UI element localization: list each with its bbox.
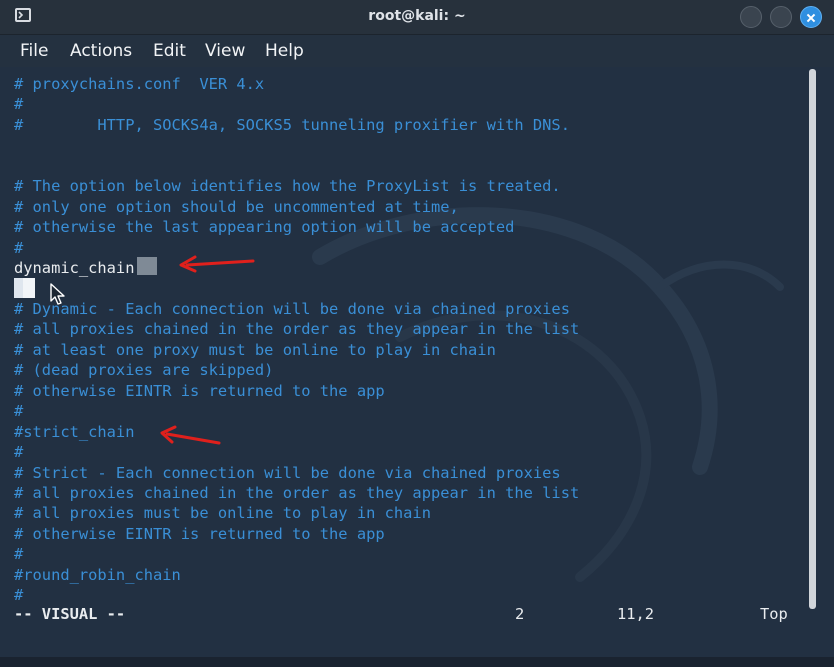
menu-file[interactable]: File [20, 41, 48, 61]
visual-selection [137, 257, 157, 275]
minimize-button[interactable] [740, 6, 762, 28]
cursor-position: 11,2 [617, 605, 655, 623]
terminal-line: # The option below identifies how the Pr… [14, 177, 561, 196]
terminal-window: root@kali: ~ File Actions Edit View Help… [0, 0, 834, 667]
terminal-line: # [14, 586, 24, 605]
terminal-line: # otherwise EINTR is returned to the app [14, 381, 385, 400]
terminal-line: # [14, 95, 24, 114]
terminal-line: #strict_chain [14, 422, 135, 441]
text-cursor [14, 278, 23, 298]
title-bar[interactable]: root@kali: ~ [0, 0, 834, 35]
terminal-line: # HTTP, SOCKS4a, SOCKS5 tunneling proxif… [14, 115, 570, 134]
red-arrow-icon [179, 255, 255, 273]
window-title: root@kali: ~ [368, 8, 466, 24]
terminal-line: # all proxies must be online to play in … [14, 504, 431, 523]
menu-help[interactable]: Help [265, 41, 304, 61]
terminal-line: # all proxies chained in the order as th… [14, 320, 580, 339]
terminal-line: # only one option should be uncommented … [14, 197, 459, 216]
menu-actions[interactable]: Actions [70, 41, 132, 61]
selection-count: 2 [515, 605, 525, 623]
terminal-line: # Dynamic - Each connection will be done… [14, 299, 570, 318]
maximize-button[interactable] [770, 6, 792, 28]
close-button[interactable] [800, 6, 822, 28]
terminal-line: #round_robin_chain [14, 565, 181, 584]
terminal-line: # [14, 443, 24, 462]
red-arrow-icon [160, 425, 221, 445]
terminal-line: # Strict - Each connection will be done … [14, 463, 561, 482]
selection-block [23, 278, 35, 298]
window-bottom-edge [0, 657, 834, 667]
terminal-line: # otherwise the last appearing option wi… [14, 218, 515, 237]
terminal-line: # at least one proxy must be online to p… [14, 340, 496, 359]
terminal-line: # [14, 545, 24, 564]
terminal-line: # [14, 238, 24, 257]
vim-mode-indicator: -- VISUAL -- [14, 605, 126, 623]
terminal-line: # [14, 402, 24, 421]
terminal-line: # (dead proxies are skipped) [14, 361, 274, 380]
menu-edit[interactable]: Edit [153, 41, 186, 61]
terminal-line: # all proxies chained in the order as th… [14, 484, 580, 502]
scroll-position: Top [760, 605, 788, 623]
menu-bar: File Actions Edit View Help [0, 35, 834, 67]
mouse-pointer-icon [50, 283, 65, 305]
terminal-line: # proxychains.conf VER 4.x [14, 75, 265, 93]
terminal-line: dynamic_chain [14, 259, 135, 278]
menu-view[interactable]: View [205, 41, 245, 61]
scrollbar[interactable] [809, 69, 816, 609]
terminal-line: # otherwise EINTR is returned to the app [14, 524, 385, 543]
